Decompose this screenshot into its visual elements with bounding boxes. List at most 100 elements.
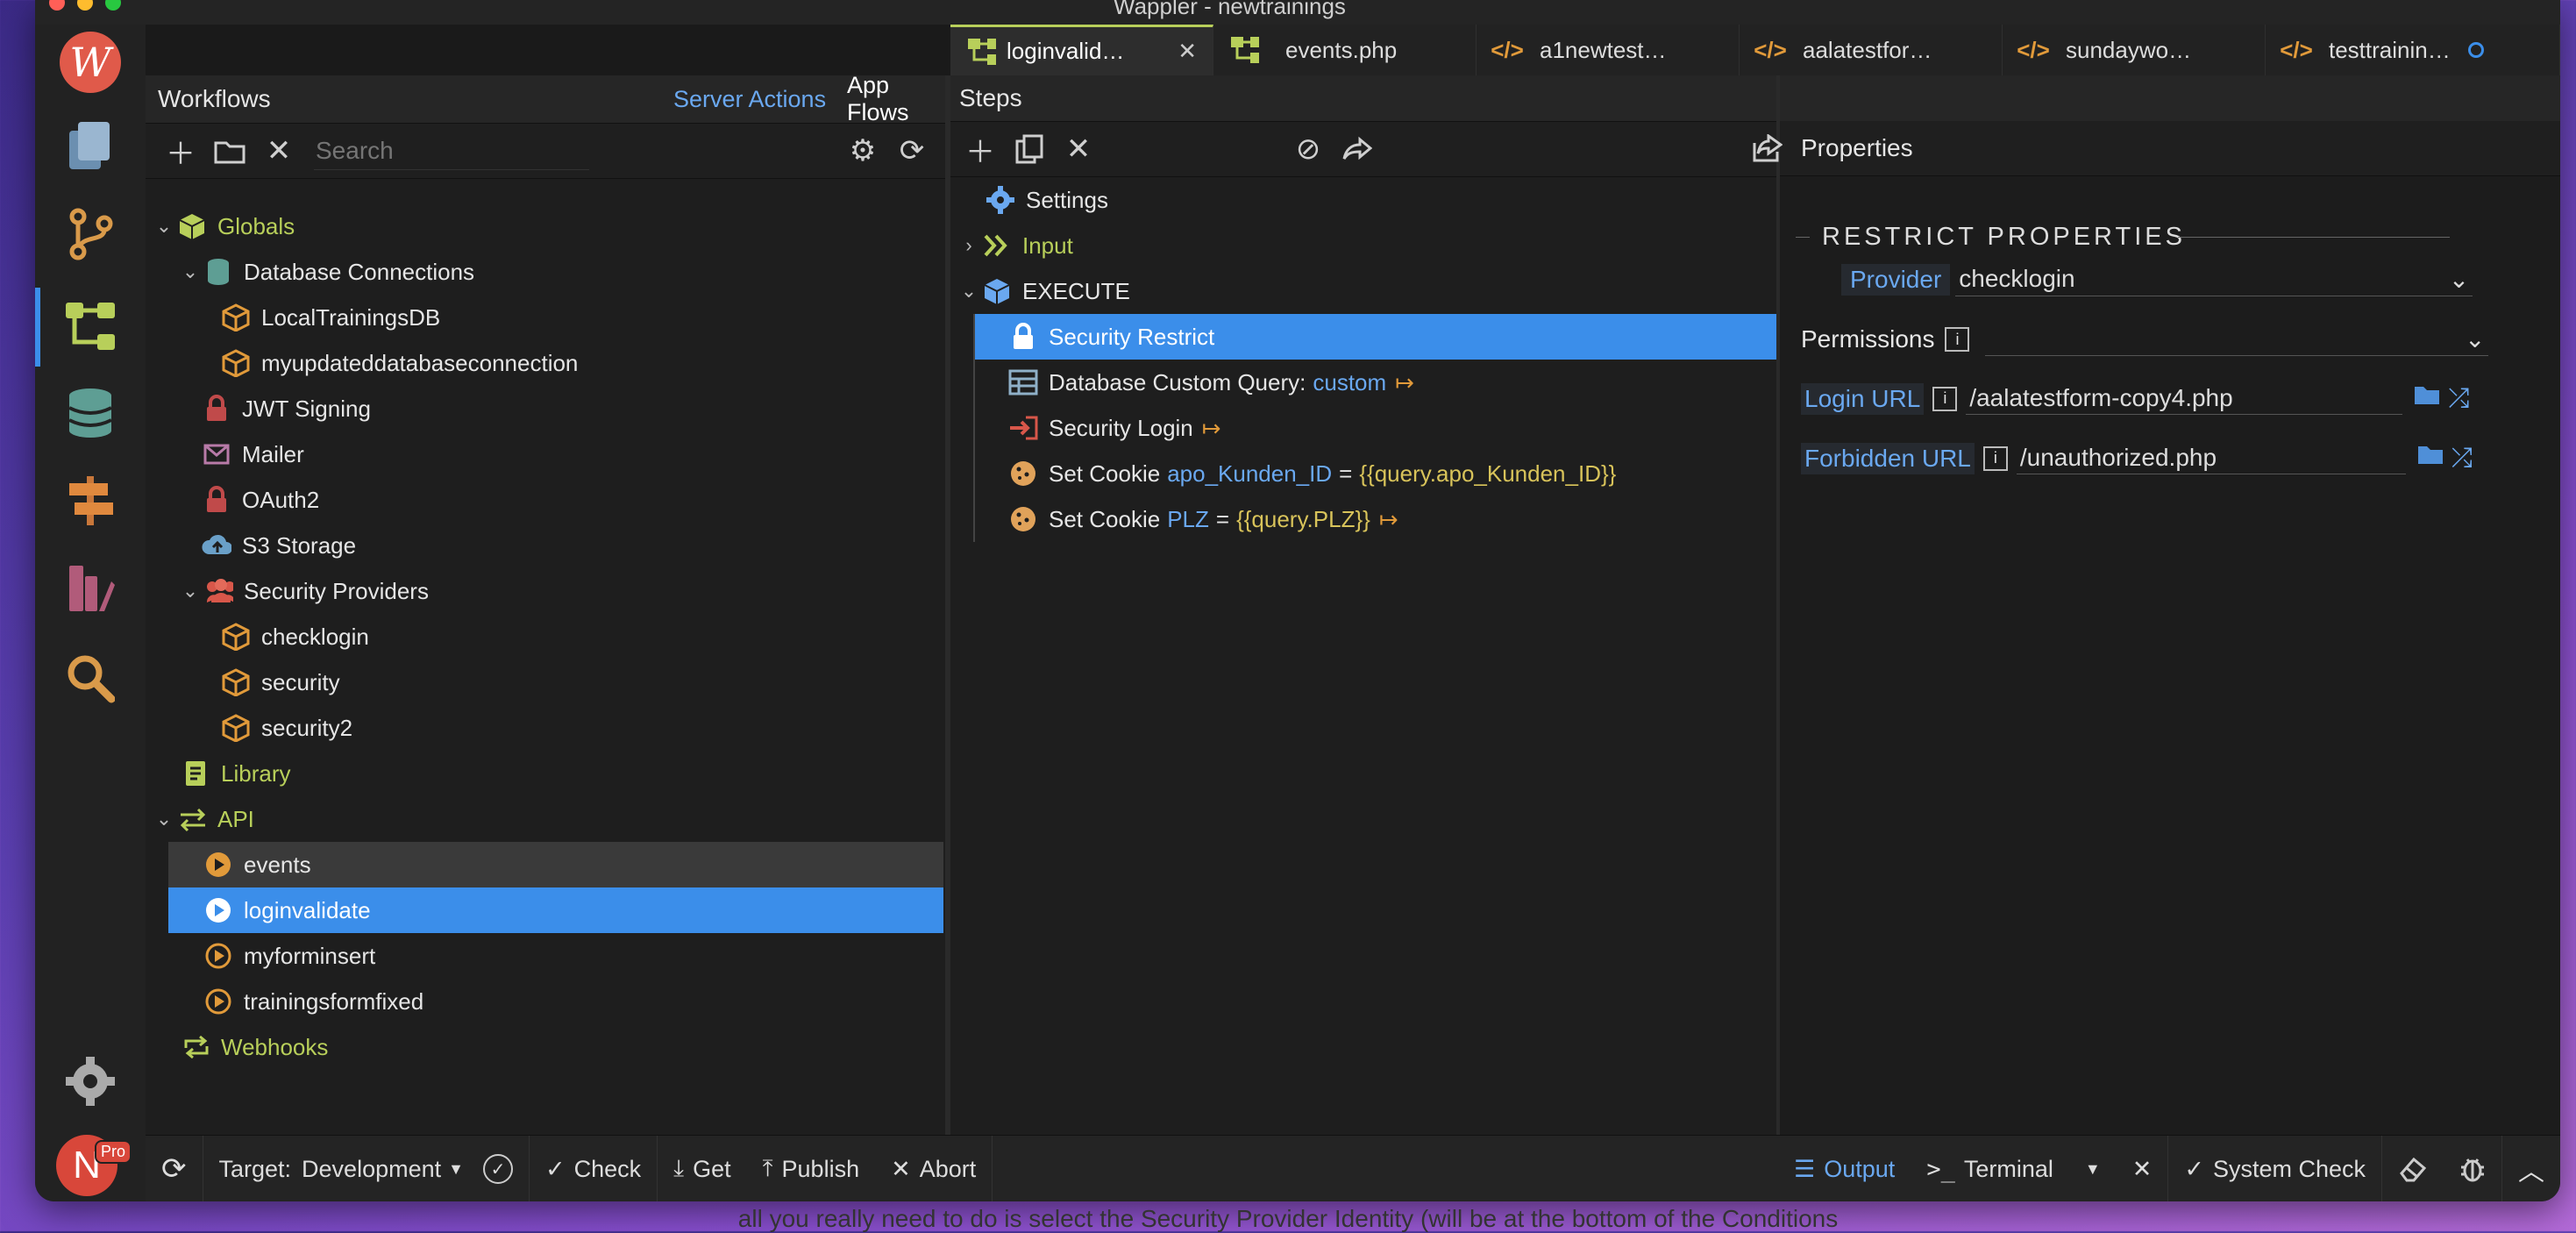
- info-icon[interactable]: i: [1945, 327, 1970, 352]
- tree-item-webhooks[interactable]: Webhooks: [181, 1024, 328, 1070]
- tab-sundayworkflow[interactable]: </> sundaywo…: [2003, 25, 2266, 75]
- copy-icon[interactable]: [1005, 125, 1054, 174]
- share-icon[interactable]: [1743, 124, 1792, 173]
- close-window-button[interactable]: [49, 0, 65, 11]
- chevron-right-icon[interactable]: ›: [956, 234, 982, 257]
- tree-item-myforminsert[interactable]: myforminsert: [203, 933, 375, 979]
- settings-gear-icon[interactable]: [61, 1052, 119, 1110]
- chevron-up-icon[interactable]: ︿: [2502, 1136, 2560, 1201]
- pages-icon[interactable]: [61, 118, 119, 175]
- system-check-button[interactable]: ✓ System Check: [2168, 1136, 2382, 1201]
- tree-item-myupdateddatabaseconnection[interactable]: myupdateddatabaseconnection: [221, 340, 578, 386]
- git-icon[interactable]: [61, 205, 119, 263]
- search-panel-icon[interactable]: [61, 649, 119, 707]
- tree-item-oauth2[interactable]: OAuth2: [202, 477, 319, 523]
- check-circle-icon[interactable]: ✓: [482, 1154, 513, 1184]
- chevron-down-icon[interactable]: ⌄: [177, 260, 203, 283]
- tree-item-loginvalidate[interactable]: loginvalidate: [168, 887, 943, 933]
- tab-close-icon[interactable]: ✕: [1178, 38, 1197, 65]
- tree-item-trainingsformfixed[interactable]: trainingsformfixed: [203, 979, 423, 1024]
- chevron-down-icon[interactable]: ⌄: [151, 215, 177, 238]
- step-set-cookie-plz[interactable]: Set Cookie PLZ = {{query.PLZ}} ↦: [1008, 496, 1398, 542]
- chevron-down-icon[interactable]: ⌄: [151, 808, 177, 830]
- resource-manager-icon[interactable]: [61, 559, 119, 617]
- add-step-icon[interactable]: ＋: [956, 125, 1005, 174]
- tree-item-events[interactable]: events: [168, 842, 943, 887]
- tab-events-php[interactable]: events.php: [1213, 25, 1477, 75]
- output-tab[interactable]: ☰ Output: [1778, 1136, 1911, 1201]
- caret-down-icon[interactable]: ▼: [2085, 1160, 2101, 1179]
- get-button[interactable]: ⤓ Get: [658, 1136, 746, 1201]
- add-icon[interactable]: ＋: [156, 126, 205, 175]
- tab-testtraining[interactable]: </> testtrainin…: [2266, 25, 2560, 75]
- publish-button[interactable]: ⤒ Publish: [747, 1136, 876, 1201]
- shuffle-icon[interactable]: ⤮: [2451, 444, 2473, 474]
- tree-item-library[interactable]: Library: [181, 751, 290, 796]
- tree-item-security[interactable]: security: [221, 659, 340, 705]
- terminal-tab[interactable]: >_ Terminal ▼: [1911, 1136, 2116, 1201]
- tree-item-localtrainingsdb[interactable]: LocalTrainingsDB: [221, 295, 440, 340]
- folder-open-icon[interactable]: [2416, 443, 2446, 474]
- server-actions-tab[interactable]: Server Actions: [673, 86, 826, 113]
- chevron-down-icon[interactable]: ⌄: [956, 280, 982, 303]
- provider-select[interactable]: checklogin ⌄: [1955, 263, 2473, 296]
- remove-step-icon[interactable]: ✕: [1054, 125, 1103, 174]
- refresh-icon[interactable]: ⟳: [887, 126, 936, 175]
- tree-item-security-providers[interactable]: ⌄ Security Providers: [172, 568, 949, 614]
- tree-item-api[interactable]: ⌄ API: [146, 796, 254, 842]
- login-url-input[interactable]: /aalatestform-copy4.php: [1966, 382, 2403, 415]
- bug-icon[interactable]: [2444, 1136, 2502, 1201]
- tree-item-globals[interactable]: ⌄ Globals: [146, 203, 949, 249]
- cube-icon: [982, 276, 1012, 306]
- forbidden-url-input[interactable]: /unauthorized.php: [2016, 442, 2406, 474]
- step-input[interactable]: › Input: [950, 223, 1073, 268]
- step-set-cookie-kunden[interactable]: Set Cookie apo_Kunden_ID = {{query.apo_K…: [1008, 451, 1616, 496]
- tab-aalatestform[interactable]: </> aalatestfor…: [1740, 25, 2003, 75]
- tree-item-security2[interactable]: security2: [221, 705, 352, 751]
- book-icon: [181, 759, 210, 788]
- forbidden-url-row: Forbidden URL i /unauthorized.php ⤮: [1801, 442, 2473, 474]
- tree-item-checklogin[interactable]: checklogin: [221, 614, 369, 659]
- abort-button[interactable]: ✕ Abort: [875, 1136, 993, 1201]
- database-icon[interactable]: [61, 384, 119, 442]
- eraser-icon[interactable]: [2382, 1136, 2444, 1201]
- workflow-settings-icon[interactable]: ⚙: [838, 126, 887, 175]
- sync-icon[interactable]: ⟳: [146, 1136, 203, 1201]
- chevron-down-icon: ⌄: [2448, 266, 2470, 293]
- checkmark-icon: ✓: [2184, 1155, 2204, 1182]
- tree-item-mailer[interactable]: Mailer: [202, 431, 304, 477]
- folder-icon[interactable]: [205, 126, 254, 175]
- app-flows-tab[interactable]: App Flows: [847, 72, 945, 126]
- export-step-icon[interactable]: [1333, 125, 1382, 174]
- step-settings[interactable]: Settings: [986, 177, 1108, 223]
- permissions-select[interactable]: ⌄: [1985, 323, 2489, 356]
- workflow-search-input[interactable]: [314, 132, 589, 170]
- check-button[interactable]: ✓ Check: [530, 1136, 658, 1201]
- info-icon[interactable]: i: [1932, 386, 1958, 411]
- step-security-restrict[interactable]: Security Restrict: [973, 314, 1776, 360]
- mail-icon: [202, 439, 231, 469]
- disable-step-icon[interactable]: ⊘: [1284, 125, 1333, 174]
- shuffle-icon[interactable]: ⤮: [2448, 384, 2469, 414]
- step-database-custom-query[interactable]: Database Custom Query: custom ↦: [1008, 360, 1414, 405]
- pro-badge: Pro: [95, 1140, 132, 1164]
- info-icon[interactable]: i: [1982, 445, 2008, 471]
- minimize-window-button[interactable]: [77, 0, 93, 11]
- chevron-down-icon[interactable]: ⌄: [177, 580, 203, 602]
- workflows-icon[interactable]: [61, 296, 119, 354]
- wappler-logo[interactable]: W: [60, 32, 121, 93]
- tree-item-jwt-signing[interactable]: JWT Signing: [202, 386, 371, 431]
- tab-a1newtest[interactable]: </> a1newtest…: [1477, 25, 1740, 75]
- delete-icon[interactable]: ✕: [254, 126, 303, 175]
- checkmark-icon: ✓: [544, 1155, 566, 1182]
- maximize-window-button[interactable]: [105, 0, 121, 11]
- step-execute[interactable]: ⌄ EXECUTE: [950, 268, 1130, 314]
- routing-icon[interactable]: [61, 472, 119, 530]
- folder-open-icon[interactable]: [2413, 383, 2443, 414]
- tree-item-database-connections[interactable]: ⌄ Database Connections: [172, 249, 949, 295]
- tree-item-s3-storage[interactable]: S3 Storage: [202, 523, 356, 568]
- close-panel-icon[interactable]: ✕: [2117, 1136, 2169, 1201]
- target-selector[interactable]: Target: Development ▼ ✓: [203, 1136, 530, 1201]
- tab-loginvalidate[interactable]: loginvalid… ✕: [950, 25, 1213, 75]
- step-security-login[interactable]: Security Login ↦: [1008, 405, 1221, 451]
